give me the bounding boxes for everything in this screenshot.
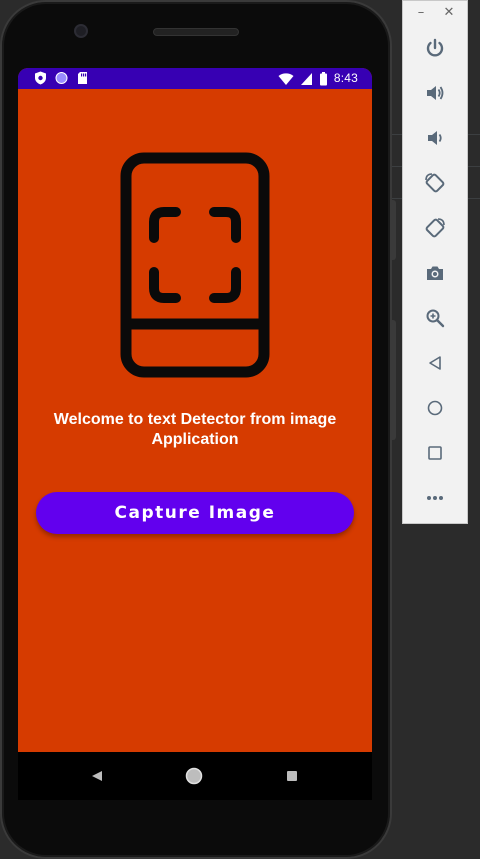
circle-icon xyxy=(55,71,68,85)
sd-card-icon xyxy=(76,71,89,85)
rotate-left-icon[interactable] xyxy=(420,168,450,198)
capture-image-button[interactable]: Capture Image xyxy=(36,492,354,534)
overview-icon[interactable] xyxy=(420,438,450,468)
volume-down-icon[interactable] xyxy=(420,123,450,153)
emulator-toolbar: – ✕ xyxy=(402,0,468,524)
battery-icon xyxy=(319,71,328,86)
close-button[interactable]: ✕ xyxy=(441,5,457,21)
scan-phone-icon xyxy=(120,152,270,378)
more-icon[interactable] xyxy=(420,483,450,513)
device-screen: 8:43 Welcome to text Detector from image… xyxy=(18,68,372,752)
front-camera xyxy=(74,24,88,38)
zoom-icon[interactable] xyxy=(420,303,450,333)
volume-hardware-button xyxy=(390,320,396,440)
power-icon[interactable] xyxy=(420,33,450,63)
status-clock: 8:43 xyxy=(333,71,358,85)
status-bar: 8:43 xyxy=(18,68,372,89)
home-icon[interactable] xyxy=(420,393,450,423)
volume-up-icon[interactable] xyxy=(420,78,450,108)
emulator-device-frame: 8:43 Welcome to text Detector from image… xyxy=(0,0,392,859)
shield-icon xyxy=(34,71,47,85)
back-icon[interactable] xyxy=(420,348,450,378)
rotate-right-icon[interactable] xyxy=(420,213,450,243)
camera-icon[interactable] xyxy=(420,258,450,288)
signal-icon xyxy=(300,72,313,86)
wifi-icon xyxy=(278,72,294,86)
power-hardware-button xyxy=(390,200,396,260)
navigation-bar xyxy=(18,752,372,800)
earpiece-speaker xyxy=(153,28,239,36)
back-icon[interactable] xyxy=(87,766,107,786)
recents-icon[interactable] xyxy=(282,766,302,786)
welcome-text: Welcome to text Detector from image Appl… xyxy=(53,411,337,448)
minimize-button[interactable]: – xyxy=(413,5,429,21)
home-icon[interactable] xyxy=(184,766,204,786)
